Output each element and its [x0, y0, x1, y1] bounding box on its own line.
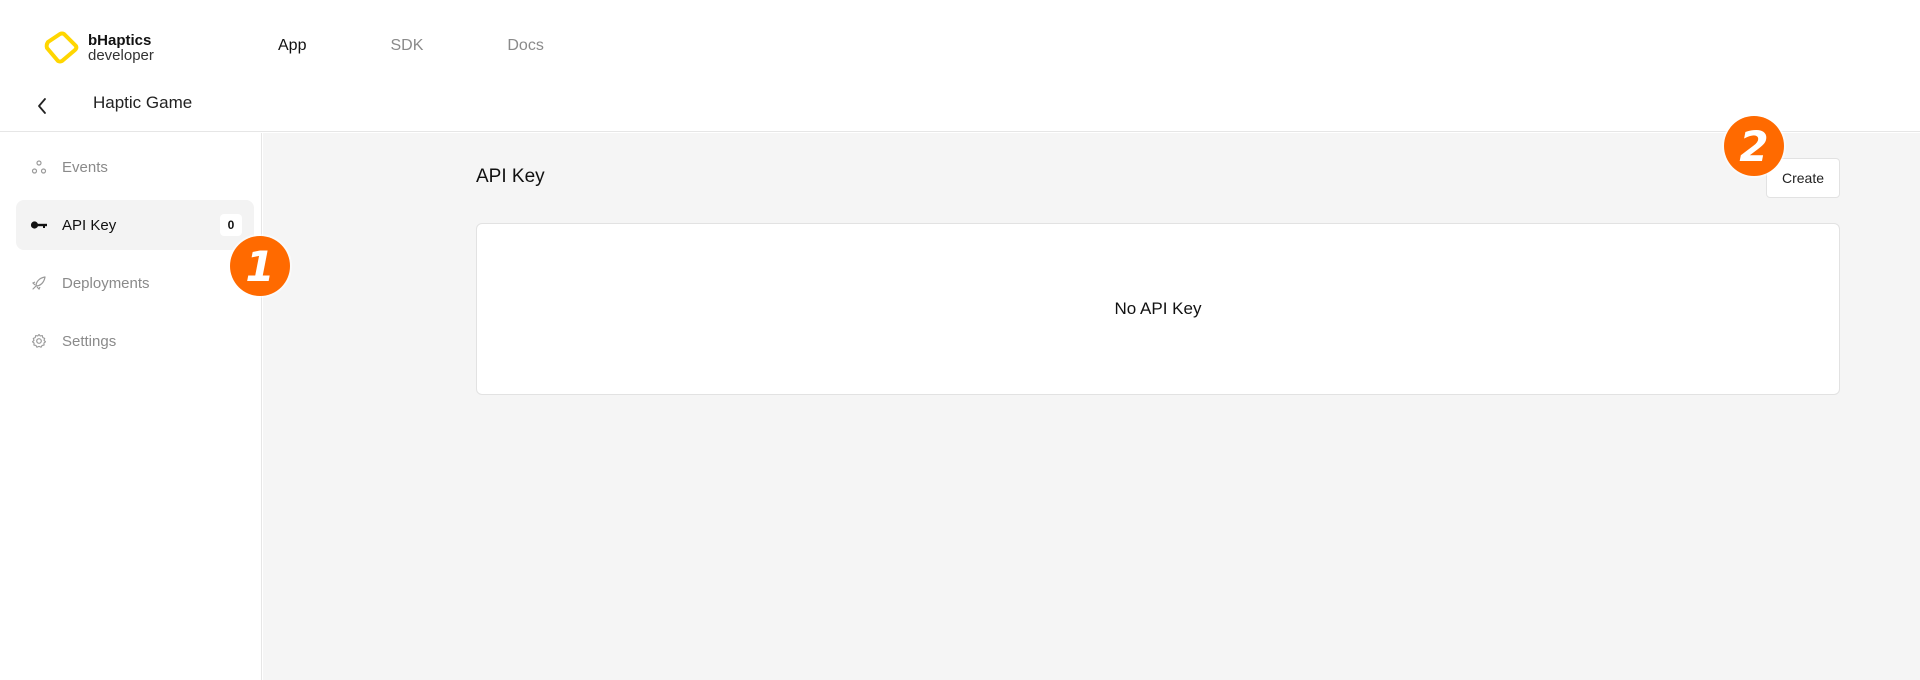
main-content: API Key Create No API Key — [263, 133, 1920, 680]
rocket-icon — [30, 274, 48, 292]
empty-state-card: No API Key — [476, 223, 1840, 395]
brand-text: bHaptics developer — [88, 33, 154, 63]
step-marker-2: 2 — [1724, 116, 1784, 176]
section-title: API Key — [476, 166, 545, 187]
nav-item-sdk[interactable]: SDK — [390, 37, 423, 55]
breadcrumb: Haptic Game — [0, 88, 1920, 132]
gear-icon — [30, 332, 48, 350]
count-badge: 0 — [220, 214, 242, 236]
sidebar-item-settings[interactable]: Settings — [16, 316, 254, 366]
page-title: Haptic Game — [93, 93, 193, 112]
sidebar-item-deployments[interactable]: Deployments — [16, 258, 254, 308]
nav-item-app[interactable]: App — [278, 37, 306, 55]
back-button[interactable] — [30, 92, 54, 120]
empty-state-message: No API Key — [1114, 299, 1202, 318]
events-icon — [30, 158, 48, 176]
sidebar-item-label: Deployments — [62, 274, 150, 292]
key-icon — [30, 216, 48, 234]
bhaptics-logo-icon — [44, 31, 79, 64]
nav-item-docs[interactable]: Docs — [507, 37, 543, 55]
sidebar-item-label: Settings — [62, 332, 117, 350]
chevron-left-icon — [38, 98, 46, 114]
sidebar-item-label: API Key — [62, 216, 117, 234]
brand-sub: developer — [88, 47, 154, 64]
brand-logo[interactable]: bHaptics developer — [42, 28, 154, 68]
sidebar: Events API Key 0 Deployments Settings — [8, 133, 262, 680]
brand-name: bHaptics — [88, 32, 152, 49]
sidebar-item-api-key[interactable]: API Key 0 — [16, 200, 254, 250]
top-bar: bHaptics developer App SDK Docs — [0, 0, 1920, 88]
sidebar-item-label: Events — [62, 158, 108, 176]
top-nav: App SDK Docs — [278, 37, 628, 55]
step-marker-1: 1 — [230, 236, 290, 296]
sidebar-item-events[interactable]: Events — [16, 142, 254, 192]
